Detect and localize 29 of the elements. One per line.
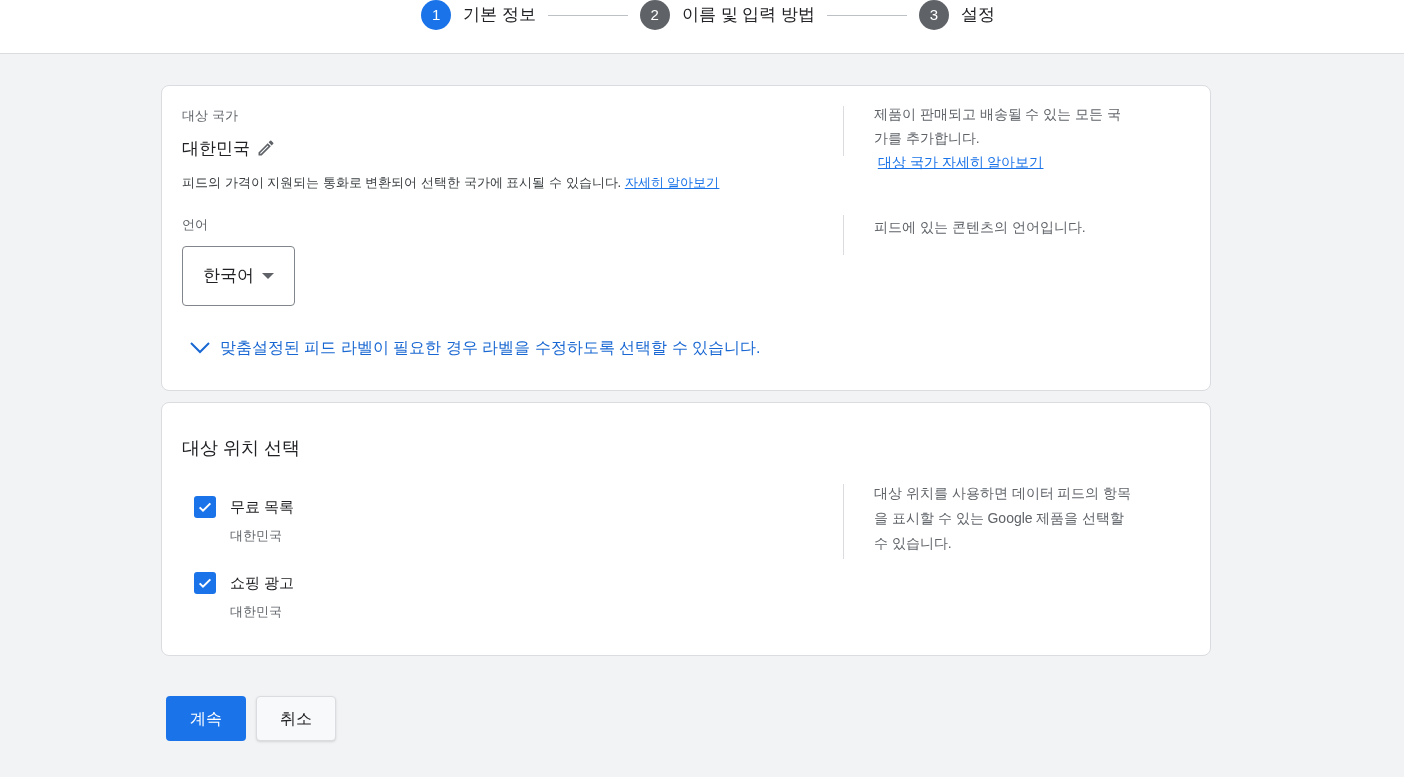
country-help: 제품이 판매되고 배송될 수 있는 모든 국가를 추가합니다. 대상 국가 자세히 알아보기 bbox=[873, 105, 1123, 172]
step-number: 3 bbox=[918, 0, 949, 30]
country-help-link[interactable]: 대상 국가 자세히 알아보기 bbox=[877, 154, 1044, 170]
language-help: 피드에 있는 콘텐츠의 언어입니다. bbox=[874, 217, 1087, 237]
checkbox[interactable] bbox=[194, 496, 216, 518]
cancel-button[interactable]: 취소 bbox=[256, 696, 336, 741]
step-tab[interactable]: 1 기본 정보 bbox=[421, 0, 536, 30]
step-tab[interactable]: 2 이름 및 입력 방법 bbox=[639, 0, 815, 30]
language-dropdown[interactable]: 한국어 bbox=[182, 246, 295, 306]
country-value: 대한민국 bbox=[182, 137, 250, 160]
continue-button[interactable]: 계속 bbox=[166, 696, 246, 741]
step-tab[interactable]: 3 설정 bbox=[918, 0, 995, 30]
country-label: 대상 국가 bbox=[182, 107, 239, 125]
option-sublabel: 대한민국 bbox=[230, 527, 283, 545]
option-label: 무료 목록 bbox=[230, 497, 295, 517]
learn-more-link[interactable]: 자세히 알아보기 bbox=[624, 175, 720, 190]
option-sublabel: 대한민국 bbox=[230, 602, 283, 621]
step-number: 1 bbox=[421, 0, 452, 30]
country-note: 피드의 가격이 지원되는 통화로 변환되어 선택한 국가에 표시될 수 있습니다. 자세히 알아보기 bbox=[182, 174, 721, 192]
option-label: 쇼핑 광고 bbox=[230, 572, 295, 593]
step-number: 2 bbox=[639, 0, 670, 30]
pencil-icon[interactable] bbox=[256, 138, 276, 159]
destinations-help: 대상 위치를 사용하면 데이터 피드의 항목을 표시할 수 있는 Google 제품을 선택할 수 있습니다. bbox=[873, 484, 1133, 553]
feed-label-toggle[interactable]: 맞춤설정된 피드 라벨이 필요한 경우 라벨을 수정하도록 선택할 수 있습니다. bbox=[190, 336, 761, 360]
chevron-icon bbox=[190, 342, 210, 354]
destinations-title: 대상 위치 선택 bbox=[182, 437, 301, 460]
caret-icon bbox=[262, 273, 274, 279]
checkbox[interactable] bbox=[194, 571, 216, 594]
language-label: 언어 bbox=[182, 215, 209, 234]
